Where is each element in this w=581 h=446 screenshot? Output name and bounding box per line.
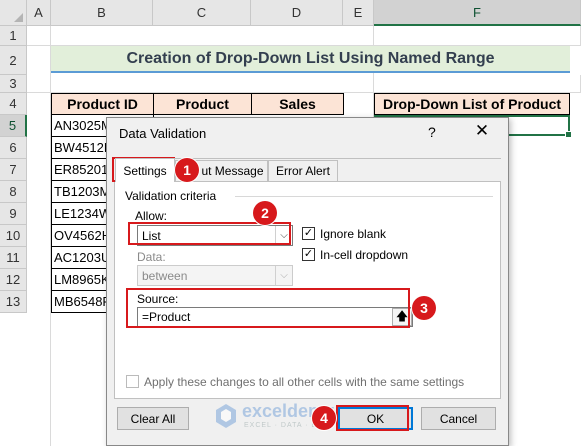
row-1-cells — [27, 26, 581, 46]
step-badge-4: 4 — [312, 406, 336, 430]
column-header-d[interactable]: D — [251, 0, 343, 26]
allow-label: Allow: — [135, 209, 168, 223]
check-icon: ✓ — [303, 248, 314, 260]
row-header-9[interactable]: 9 — [0, 203, 27, 225]
clear-all-button[interactable]: Clear All — [117, 407, 189, 430]
data-label: Data: — [137, 250, 166, 264]
validation-criteria-label: Validation criteria — [125, 189, 217, 203]
corner-triangle — [14, 13, 23, 22]
step-badge-3: 3 — [412, 296, 436, 320]
data-select: between ⌵ — [137, 265, 293, 286]
row-header-13[interactable]: 13 — [0, 291, 27, 313]
column-header-e[interactable]: E — [343, 0, 374, 26]
exceldemy-watermark: exceldemy EXCEL · DATA · BI — [214, 400, 364, 434]
column-header-c[interactable]: C — [153, 0, 251, 26]
tab-input-message-label: ut Message — [201, 164, 264, 178]
row-3-cells — [27, 75, 581, 93]
select-all-corner[interactable] — [0, 0, 27, 26]
step-badge-1: 1 — [175, 158, 199, 182]
highlight-source-field — [126, 288, 410, 328]
in-cell-dropdown-checkbox[interactable]: ✓ — [302, 248, 315, 261]
column-a-cells — [27, 26, 51, 446]
column-header-b[interactable]: B — [51, 0, 153, 26]
highlight-allow-select — [128, 222, 291, 245]
header-product[interactable]: Product — [153, 93, 252, 115]
row-header-3[interactable]: 3 — [0, 75, 27, 93]
row-header-10[interactable]: 10 — [0, 225, 27, 247]
watermark-tagline: EXCEL · DATA · BI — [244, 422, 320, 429]
group-divider — [235, 196, 493, 197]
ignore-blank-checkbox[interactable]: ✓ — [302, 227, 315, 240]
row-header-1[interactable]: 1 — [0, 26, 27, 46]
row-header-11[interactable]: 11 — [0, 247, 27, 269]
column-header-a[interactable]: A — [27, 0, 51, 26]
row-header-12[interactable]: 12 — [0, 269, 27, 291]
fill-handle[interactable] — [565, 131, 572, 138]
dialog-title: Data Validation — [119, 126, 207, 141]
chevron-down-icon: ⌵ — [275, 266, 292, 285]
row-header-6[interactable]: 6 — [0, 137, 27, 159]
data-validation-dialog: Data Validation ? ✕ Settings ut Message … — [106, 117, 509, 446]
row-header-8[interactable]: 8 — [0, 181, 27, 203]
check-icon: ✓ — [303, 227, 314, 239]
tab-settings[interactable]: Settings — [115, 158, 175, 182]
column-header-f[interactable]: F — [374, 0, 581, 26]
in-cell-dropdown-label[interactable]: In-cell dropdown — [320, 248, 408, 262]
apply-all-label[interactable]: Apply these changes to all other cells w… — [144, 375, 464, 389]
close-icon[interactable]: ✕ — [472, 121, 492, 141]
sheet-title: Creation of Drop-Down List Using Named R… — [51, 46, 570, 73]
row-header-7[interactable]: 7 — [0, 159, 27, 181]
row-header-5[interactable]: 5 — [0, 115, 27, 137]
header-dropdown-list[interactable]: Drop-Down List of Product — [374, 93, 570, 115]
step-badge-2: 2 — [253, 201, 277, 225]
header-sales[interactable]: Sales — [251, 93, 344, 115]
row-header-2[interactable]: 2 — [0, 46, 27, 75]
data-value: between — [142, 268, 188, 283]
apply-all-checkbox[interactable] — [126, 375, 139, 388]
cancel-button[interactable]: Cancel — [421, 407, 496, 430]
header-product-id[interactable]: Product ID — [51, 93, 154, 115]
ignore-blank-label[interactable]: Ignore blank — [320, 227, 386, 241]
tab-error-alert[interactable]: Error Alert — [268, 160, 338, 181]
help-button[interactable]: ? — [428, 124, 436, 140]
row-header-4[interactable]: 4 — [0, 93, 27, 115]
